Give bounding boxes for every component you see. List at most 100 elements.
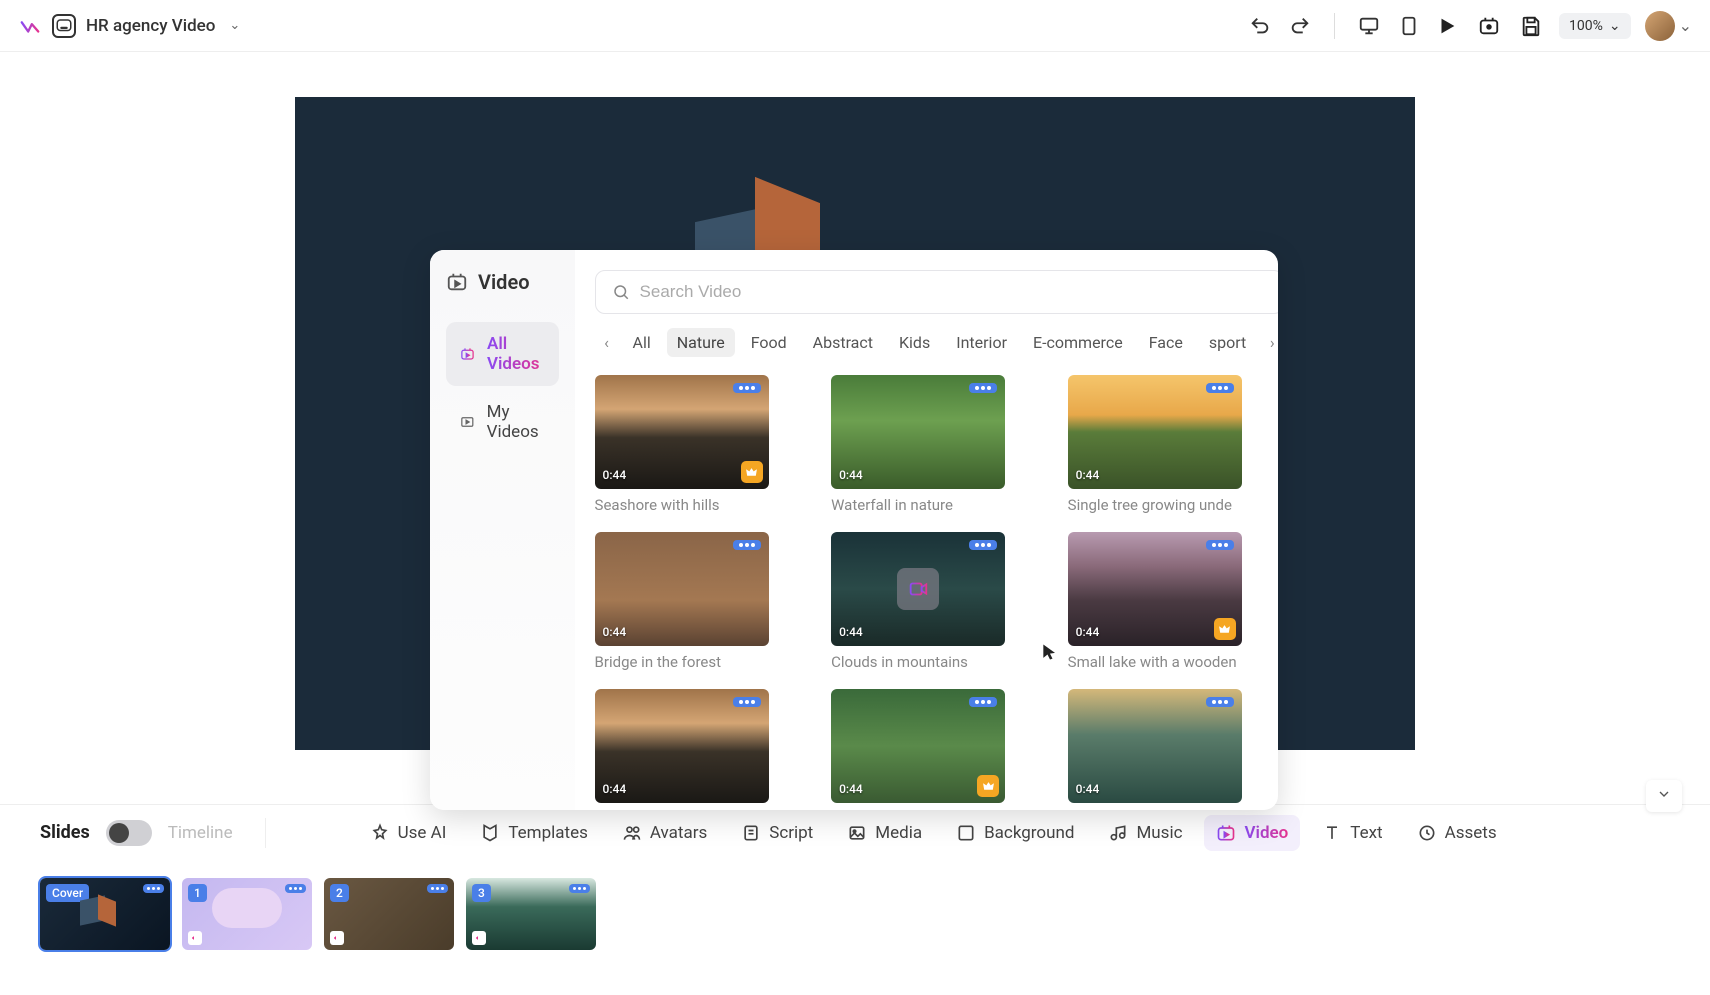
zoom-value: 100% — [1569, 18, 1603, 34]
panel-sidebar: Video All Videos My Videos — [430, 250, 575, 810]
divider — [265, 818, 266, 848]
slide-thumb[interactable]: Cover — [40, 878, 170, 950]
search-box[interactable] — [595, 270, 1278, 314]
video-thumbnail[interactable]: 0:44 — [831, 689, 1005, 803]
category-sport[interactable]: sport — [1199, 328, 1256, 357]
tool-avatars-button[interactable]: Avatars — [610, 815, 719, 851]
category-face[interactable]: Face — [1139, 328, 1193, 357]
tool-label: Music — [1136, 823, 1182, 843]
desktop-view-button[interactable] — [1355, 12, 1383, 40]
search-icon — [612, 283, 630, 301]
redo-button[interactable] — [1286, 12, 1314, 40]
more-icon[interactable] — [733, 383, 761, 393]
video-thumbnail[interactable]: 0:44 — [831, 532, 1005, 646]
more-icon[interactable] — [569, 884, 590, 893]
tools-bar: Slides Timeline Use AITemplatesAvatarsSc… — [0, 804, 1710, 860]
more-icon[interactable] — [969, 383, 997, 393]
duration-label: 0:44 — [603, 782, 627, 796]
tool-script-button[interactable]: Script — [729, 815, 825, 851]
save-button[interactable] — [1517, 12, 1545, 40]
video-card: 0:44 — [1068, 689, 1278, 810]
tool-templates-button[interactable]: Templates — [468, 815, 600, 851]
tool-label: Assets — [1445, 823, 1497, 843]
slide-thumb[interactable]: 2 — [324, 878, 454, 950]
category-e-commerce[interactable]: E-commerce — [1023, 328, 1133, 357]
tool-use-ai-button[interactable]: Use AI — [358, 815, 459, 851]
tool-label: Script — [769, 823, 813, 843]
video-caption: Small lake with a wooden — [1068, 653, 1242, 671]
video-thumbnail[interactable]: 0:44 — [1068, 532, 1242, 646]
play-overlay-icon — [831, 532, 1005, 646]
category-all[interactable]: All — [623, 328, 661, 357]
video-thumbnail[interactable]: 0:44 — [1068, 375, 1242, 489]
more-icon[interactable] — [285, 884, 306, 893]
more-icon[interactable] — [1206, 540, 1234, 550]
panel-main: ‹ AllNatureFoodAbstractKidsInteriorE-com… — [575, 250, 1278, 810]
video-thumbnail[interactable]: 0:44 — [831, 375, 1005, 489]
video-grid: 0:44Seashore with hills0:44Waterfall in … — [595, 375, 1278, 810]
slides-label: Slides — [40, 822, 90, 843]
video-caption: Seashore with hills — [595, 496, 769, 514]
more-icon[interactable] — [427, 884, 448, 893]
video-caption: Single tree growing unde — [1068, 496, 1242, 514]
video-thumbnail[interactable]: 0:44 — [595, 375, 769, 489]
tool-background-button[interactable]: Background — [944, 815, 1086, 851]
chevron-down-icon[interactable]: ⌄ — [229, 18, 240, 33]
scroll-right-button[interactable]: › — [1260, 331, 1278, 355]
more-icon[interactable] — [733, 540, 761, 550]
more-icon[interactable] — [969, 697, 997, 707]
premium-icon — [1214, 618, 1236, 640]
tool-label: Media — [875, 823, 922, 843]
tool-text-button[interactable]: Text — [1310, 815, 1394, 851]
more-icon[interactable] — [143, 884, 164, 893]
tool-assets-button[interactable]: Assets — [1405, 815, 1509, 851]
avatar — [1645, 11, 1675, 41]
chevron-down-icon: ⌄ — [1609, 18, 1621, 34]
video-icon — [460, 344, 475, 364]
video-panel: Video All Videos My Videos ‹ AllNatureFo… — [430, 250, 1278, 810]
more-icon[interactable] — [733, 697, 761, 707]
user-menu[interactable]: ⌄ — [1645, 11, 1692, 41]
caption-icon[interactable] — [52, 14, 76, 38]
video-thumbnail[interactable]: 0:44 — [595, 532, 769, 646]
slide-number-badge: 1 — [188, 884, 207, 902]
video-card: 0:44 Seashore with hills — [595, 375, 812, 514]
app-logo[interactable] — [18, 14, 42, 38]
video-thumbnail[interactable]: 0:44 — [1068, 689, 1242, 803]
video-icon — [446, 271, 468, 293]
video-thumbnail[interactable]: 0:44 — [595, 689, 769, 803]
search-input[interactable] — [640, 282, 1268, 302]
project-title[interactable]: HR agency Video — [86, 16, 215, 36]
duration-label: 0:44 — [839, 782, 863, 796]
audio-icon — [188, 931, 202, 945]
sidebar-all-videos[interactable]: All Videos — [446, 322, 559, 386]
video-card: 0:44 — [831, 689, 1048, 810]
video-caption: Bridge in the forest — [595, 653, 769, 671]
tool-music-button[interactable]: Music — [1096, 815, 1194, 851]
category-kids[interactable]: Kids — [889, 328, 940, 357]
sidebar-my-videos[interactable]: My Videos — [446, 390, 559, 454]
zoom-select[interactable]: 100% ⌄ — [1559, 13, 1631, 39]
scroll-left-button[interactable]: ‹ — [595, 331, 619, 355]
slide-thumb[interactable]: 3 — [466, 878, 596, 950]
slide-thumb[interactable]: 1 — [182, 878, 312, 950]
duration-label: 0:44 — [1076, 468, 1100, 482]
category-interior[interactable]: Interior — [946, 328, 1017, 357]
category-food[interactable]: Food — [741, 328, 797, 357]
tool-media-button[interactable]: Media — [835, 815, 934, 851]
mobile-view-button[interactable] — [1395, 12, 1423, 40]
audio-icon — [330, 931, 344, 945]
more-icon[interactable] — [1206, 697, 1234, 707]
play-button[interactable] — [1433, 12, 1461, 40]
more-icon[interactable] — [1206, 383, 1234, 393]
video-card: 0:44 Single tree growing unde — [1068, 375, 1278, 514]
sidebar-item-label: All Videos — [487, 334, 545, 374]
category-abstract[interactable]: Abstract — [803, 328, 883, 357]
tool-label: Background — [984, 823, 1074, 843]
undo-button[interactable] — [1246, 12, 1274, 40]
view-toggle[interactable] — [106, 820, 152, 846]
category-nature[interactable]: Nature — [667, 328, 735, 357]
tool-video-button[interactable]: Video — [1204, 815, 1300, 851]
present-button[interactable] — [1475, 12, 1503, 40]
collapse-button[interactable] — [1646, 780, 1682, 812]
